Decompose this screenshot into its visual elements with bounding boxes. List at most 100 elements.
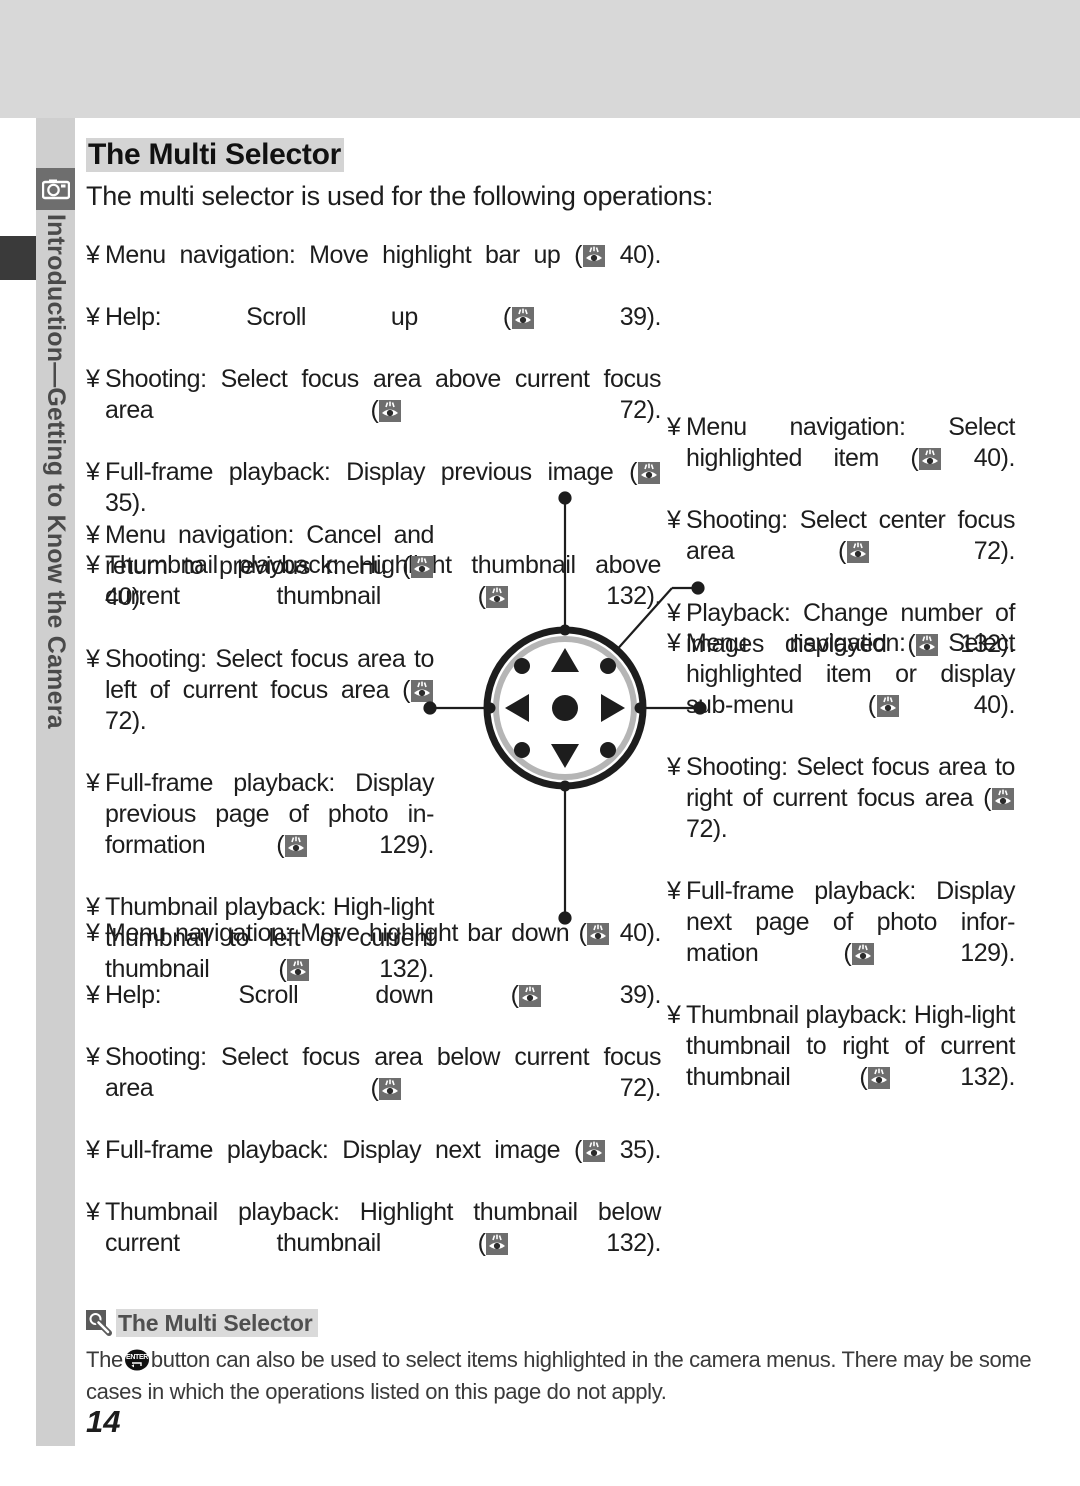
bullet-tail: ).	[1000, 1063, 1016, 1091]
bullet-tail: ).	[646, 241, 662, 269]
page-ref-icon	[876, 695, 899, 717]
bullet-label: Help:	[105, 303, 162, 331]
bullet-label: Full-frame playback:	[686, 877, 916, 905]
bullet-block-right: ¥ Menu navigation: Select highlighted ite…	[667, 628, 1015, 1124]
bullet-item: ¥ Help: Scroll up ( 39).	[86, 302, 661, 364]
bullet-page-ref: 39	[619, 303, 647, 331]
page-number: 14	[86, 1404, 121, 1439]
chapter-tab-text: Introduction—Getting to Know the Camera	[42, 214, 70, 729]
bullet-item: ¥ Shooting: Select focus area to left of …	[86, 644, 434, 768]
svg-text:ENTER: ENTER	[126, 1354, 148, 1361]
enter-button-icon: ENTER	[124, 1349, 149, 1371]
bullet-marker: ¥	[86, 981, 100, 1009]
bullet-text: Shooting: Select focus area to right of …	[686, 752, 1015, 876]
bullet-page-ref: 129	[379, 831, 420, 859]
page-ref-icon	[486, 1233, 509, 1255]
bullet-page-ref: 39	[619, 981, 647, 1009]
bullet-label: Shooting:	[105, 645, 207, 673]
bullet-desc: Move highlight bar up (	[309, 241, 582, 269]
manual-page: Introduction—Getting to Know the Camera …	[0, 0, 1080, 1486]
bullet-marker: ¥	[86, 458, 100, 486]
bullet-label: Shooting:	[105, 1043, 207, 1071]
bullet-marker: ¥	[86, 521, 100, 549]
bullet-marker: ¥	[86, 645, 100, 673]
bullet-tail: ).	[131, 489, 147, 517]
page-ref-icon	[379, 1078, 402, 1100]
page-ref-icon	[519, 985, 542, 1007]
chapter-tab-marker	[0, 236, 36, 280]
multi-selector-diagram	[420, 478, 710, 938]
page-ref-icon	[852, 943, 875, 965]
note-header: The Multi Selector	[86, 1308, 1046, 1338]
bullet-desc: Scroll down (	[238, 981, 519, 1009]
bullet-text: Menu navigation: Select highlighted item…	[686, 412, 1015, 505]
note-text-after: button can also be used to select items …	[86, 1347, 1032, 1404]
page-ref-icon	[582, 245, 605, 267]
bullet-page-ref: 40	[973, 444, 1001, 472]
bullet-marker: ¥	[86, 1136, 100, 1164]
bullet-label: Shooting:	[105, 365, 207, 393]
page-ref-icon	[992, 788, 1014, 810]
bullet-item: ¥ Thumbnail playback: High-light thumbnai…	[667, 1000, 1015, 1124]
bullet-text: Full-frame playback: Display next image …	[105, 1135, 661, 1197]
note-title: The Multi Selector	[116, 1309, 319, 1337]
bullet-text: Shooting: Select focus area below curren…	[105, 1042, 661, 1135]
bullet-text: Full-frame playback: Display previous pa…	[105, 768, 434, 892]
page-ref-icon	[846, 541, 869, 563]
page-ref-icon	[379, 400, 402, 422]
intro-sentence: The multi selector is used for the follo…	[86, 181, 714, 211]
bullet-item: ¥ Shooting: Select focus area to right of…	[667, 752, 1015, 876]
bullet-marker: ¥	[86, 303, 100, 331]
bullet-label: Menu navigation:	[105, 919, 291, 947]
page-ref-icon	[919, 448, 942, 470]
bullet-block-down: ¥ Menu navigation: Move highlight bar dow…	[86, 918, 661, 1290]
bullet-text: Full-frame playback: Display next page o…	[686, 876, 1015, 1000]
bullet-page-ref: 35	[105, 489, 132, 517]
bullet-marker: ¥	[667, 1001, 681, 1029]
bullet-tail: ).	[712, 815, 728, 843]
bullet-text: Shooting: Select focus area above curren…	[105, 364, 661, 457]
bullet-label: Menu navigation:	[105, 521, 294, 549]
bullet-text: Help: Scroll up ( 39).	[105, 302, 661, 364]
bullet-text: Thumbnail playback: Highlight thumbnail …	[105, 1197, 661, 1290]
bullet-item: ¥ Full-frame playback: Display next page …	[667, 876, 1015, 1000]
bullet-tail: ).	[1000, 537, 1016, 565]
bullet-page-ref: 40	[619, 241, 647, 269]
page-ref-icon	[868, 1067, 891, 1089]
bullet-item: ¥ Shooting: Select focus area above curre…	[86, 364, 661, 457]
camera-icon	[36, 168, 75, 210]
note-body: The ENTER button can also be used to selec…	[86, 1344, 1046, 1408]
bullet-desc: Display next image (	[342, 1136, 582, 1164]
bullet-item: ¥ Menu navigation: Select highlighted ite…	[667, 412, 1015, 505]
bullet-tail: ).	[646, 1074, 662, 1102]
bullet-item: ¥ Shooting: Select focus area below curre…	[86, 1042, 661, 1135]
bullet-label: Menu navigation:	[686, 629, 906, 657]
bullet-text: Help: Scroll down ( 39).	[105, 980, 661, 1042]
bullet-label: Menu navigation:	[686, 413, 906, 441]
bullet-page-ref: 72	[619, 1074, 647, 1102]
bullet-text: Menu navigation: Cancel and return to pr…	[105, 520, 434, 644]
bullet-item: ¥ Full-frame playback: Display next image…	[86, 1135, 661, 1197]
bullet-label: Full-frame playback:	[105, 1136, 329, 1164]
chapter-tab-label: Introduction—Getting to Know the Camera	[36, 214, 75, 974]
bullet-page-ref: 40	[973, 691, 1001, 719]
bullet-page-ref: 129	[960, 939, 1001, 967]
page-header-band	[0, 0, 1080, 118]
bullet-item: ¥ Menu navigation: Move highlight bar up …	[86, 240, 661, 302]
bullet-item: ¥ Shooting: Select center focus area ( 72…	[667, 505, 1015, 598]
bullet-label: Full-frame playback:	[105, 458, 331, 486]
page-content: The Multi Selector The multi selector is…	[86, 138, 1046, 212]
bullet-tail: ).	[131, 707, 147, 735]
page-title: The Multi Selector	[86, 138, 344, 172]
bullet-marker: ¥	[86, 241, 100, 269]
bullet-page-ref: 72	[973, 537, 1001, 565]
bullet-text: Menu navigation: Move highlight bar up (…	[105, 240, 661, 302]
magnifier-icon	[86, 1310, 112, 1336]
page-ref-icon	[582, 1140, 605, 1162]
bullet-label: Full-frame playback:	[105, 769, 335, 797]
bullet-tail: ).	[646, 1136, 662, 1164]
bullet-marker: ¥	[86, 1043, 100, 1071]
bullet-page-ref: 35	[619, 1136, 647, 1164]
page-ref-icon	[285, 835, 308, 857]
bullet-item: ¥ Menu navigation: Cancel and return to p…	[86, 520, 434, 644]
